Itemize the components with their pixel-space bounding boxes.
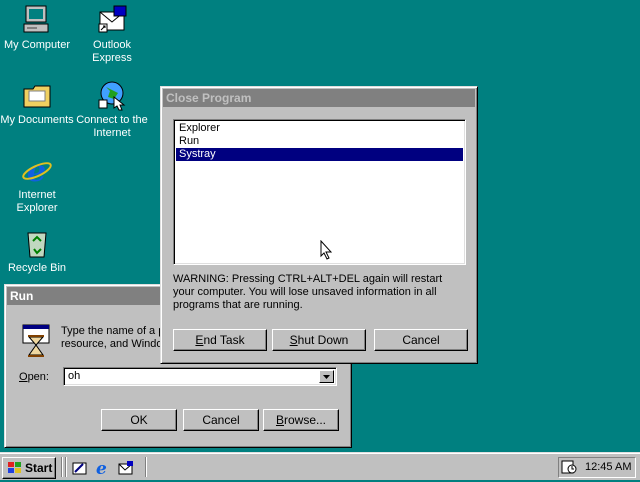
run-cancel-label: Cancel [202,413,240,427]
close-program-cancel-button[interactable]: Cancel [374,329,468,351]
end-task-label: nd Task [203,333,245,347]
process-item[interactable]: Explorer [176,122,463,135]
chevron-down-icon [323,375,330,379]
quicklaunch-internet-explorer-icon[interactable]: e [94,459,112,479]
svg-text:e: e [96,460,107,476]
cancel-label: Cancel [402,333,440,347]
run-description-line: resource, and Windo [61,338,161,350]
run-description-line: Type the name of a p [61,325,161,337]
computer-icon [21,4,53,36]
run-ok-button[interactable]: OK [101,409,177,431]
internet-explorer-icon: e [21,154,53,189]
shut-down-label: hut Down [297,333,349,347]
windows-logo-icon [7,461,23,475]
icon-label: Outlook [93,39,131,51]
start-button[interactable]: Start [2,457,56,479]
shut-down-accel: S [289,333,298,347]
browse-label: rowse... [284,413,327,427]
icon-label: Internet [93,127,131,139]
run-description: Type the name of a p resource, and Windo [61,325,161,351]
shut-down-button[interactable]: Shut Down [272,329,366,351]
taskbar-separator [61,457,63,477]
open-input-value[interactable]: oh [68,370,80,382]
desktop-icon-my-documents[interactable]: My Documents [0,79,77,127]
icon-label: Internet [18,189,56,201]
desktop-icon-internet-explorer[interactable]: e Internet Explorer [0,154,77,215]
icon-label: My Computer [3,39,71,51]
folder-icon [21,79,53,111]
desktop-icon-connect-internet[interactable]: Connect to the Internet [72,79,152,140]
desktop-icon-my-computer[interactable]: My Computer [0,4,77,52]
open-label-accel: O [19,371,28,383]
end-task-button[interactable]: End Task [173,329,267,351]
run-program-icon [21,323,57,359]
run-browse-button[interactable]: Browse... [263,409,339,431]
icon-label: Explorer [16,202,58,214]
icon-label: Express [92,52,132,64]
run-ok-label: OK [130,413,148,427]
outlook-express-icon [96,4,128,36]
process-item-selected[interactable]: Systray [176,148,463,161]
icon-label: Recycle Bin [7,262,67,274]
recycle-bin-icon [21,227,53,259]
close-program-title: Close Program [166,91,252,105]
taskbar-separator [145,457,147,477]
taskbar-separator [65,457,67,477]
close-program-title-bar[interactable]: Close Program [163,89,475,107]
system-tray: 12:45 AM [558,457,636,478]
desktop-icon-recycle-bin[interactable]: Recycle Bin [0,227,77,275]
close-program-dialog: Close Program Explorer Run Systray WARNI… [160,86,478,364]
open-label: Open: [19,371,49,383]
tray-task-scheduler-icon[interactable] [561,459,577,475]
icon-label: Connect to the [76,114,148,126]
open-label-text: pen: [27,371,49,383]
icon-label: My Documents [0,114,74,126]
warning-text: WARNING: Pressing CTRL+ALT+DEL again wil… [173,273,443,311]
process-item[interactable]: Run [176,135,463,148]
run-title: Run [10,289,34,303]
clock[interactable]: 12:45 AM [585,461,631,473]
mouse-pointer-icon [320,239,333,260]
quicklaunch-show-desktop-icon[interactable] [71,460,89,476]
open-combobox[interactable]: oh [63,367,337,386]
quicklaunch-outlook-express-icon[interactable] [117,460,135,476]
start-label: Start [25,461,53,475]
run-cancel-button[interactable]: Cancel [183,409,259,431]
taskbar: Start e 12:45 AM [0,452,640,480]
connect-internet-icon [96,79,128,111]
desktop-icon-outlook-express[interactable]: Outlook Express [72,4,152,65]
open-dropdown-button[interactable] [319,370,334,383]
browse-accel: B [275,413,284,427]
